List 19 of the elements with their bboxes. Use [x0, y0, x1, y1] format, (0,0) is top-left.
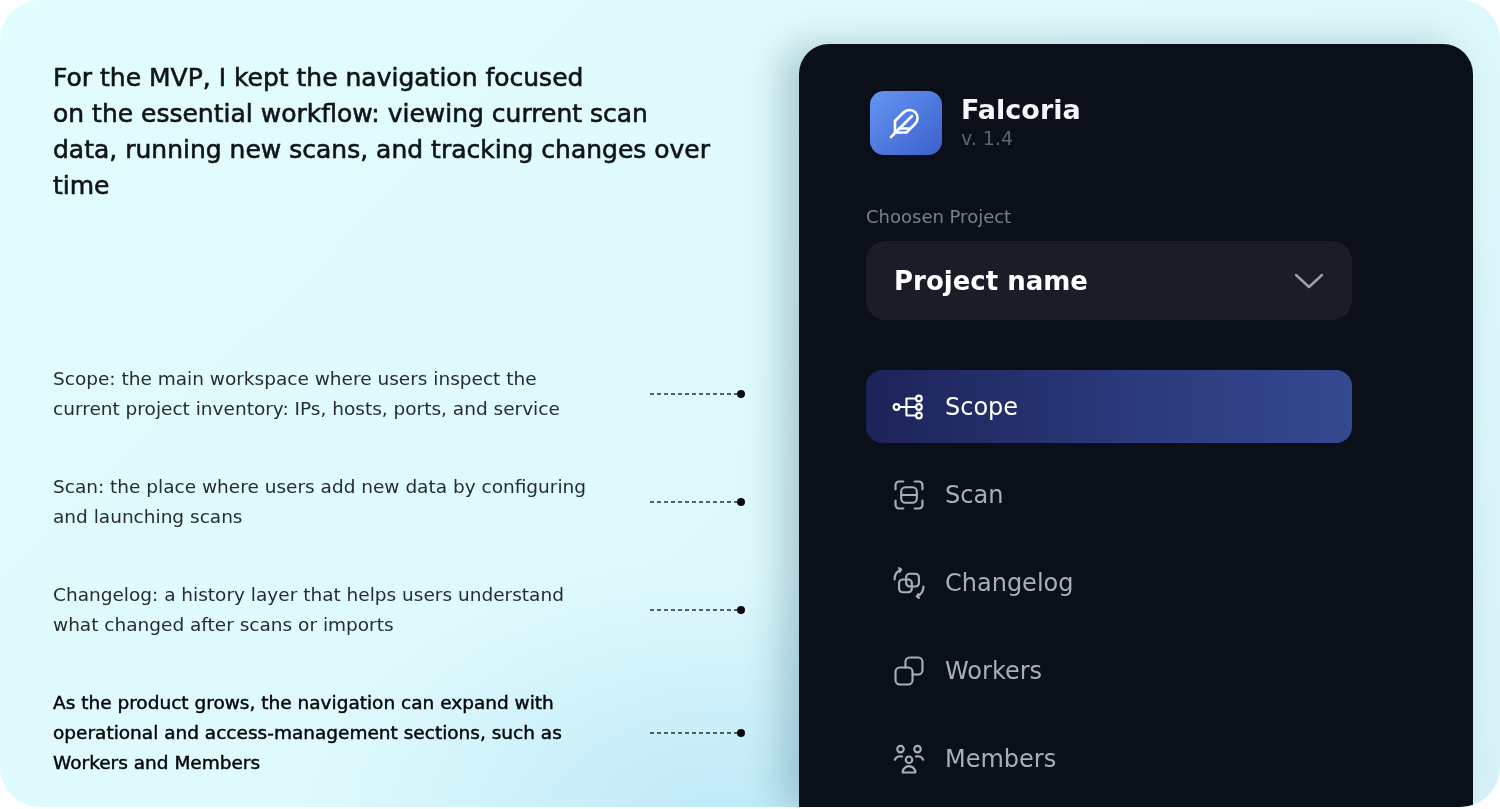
intro-heading: For the MVP, I kept the navigation focused on the essential workflow: viewing current scan data, running new scans, and tracking changes over time [53, 62, 711, 202]
annotation-text: Scope: the main workspace where users inspect the current project inventory: IPs, hosts, ports, and service [53, 367, 561, 421]
annotation-text: Scan: the place where users add new data by configuring and launching scans [53, 475, 588, 529]
app-name: Falcoria [961, 94, 1081, 126]
stacked-squares-icon [892, 653, 926, 688]
chevron-down-icon [1294, 272, 1324, 289]
annotation-text: Changelog: a history layer that helps users understand what changed after scans or imports [53, 583, 565, 637]
nav-item[interactable]: Scan [866, 458, 1352, 531]
field-label: Choosen Project [866, 205, 1013, 229]
cycle-squares-icon [892, 565, 926, 600]
scan-frame-icon [892, 477, 926, 512]
app-version: v. 1.4 [961, 126, 1015, 150]
nav-item[interactable]: Changelog [866, 546, 1352, 619]
feather-icon [870, 91, 942, 155]
nav-item[interactable]: Scope [866, 370, 1352, 443]
nav-item[interactable]: Workers [866, 634, 1352, 707]
annotation-text: As the product grows, the navigation can expand with operational and access-management sections, such as Workers and Members [53, 691, 563, 775]
nav-item[interactable]: Members [866, 722, 1352, 795]
project-select[interactable]: Project name [866, 241, 1352, 320]
